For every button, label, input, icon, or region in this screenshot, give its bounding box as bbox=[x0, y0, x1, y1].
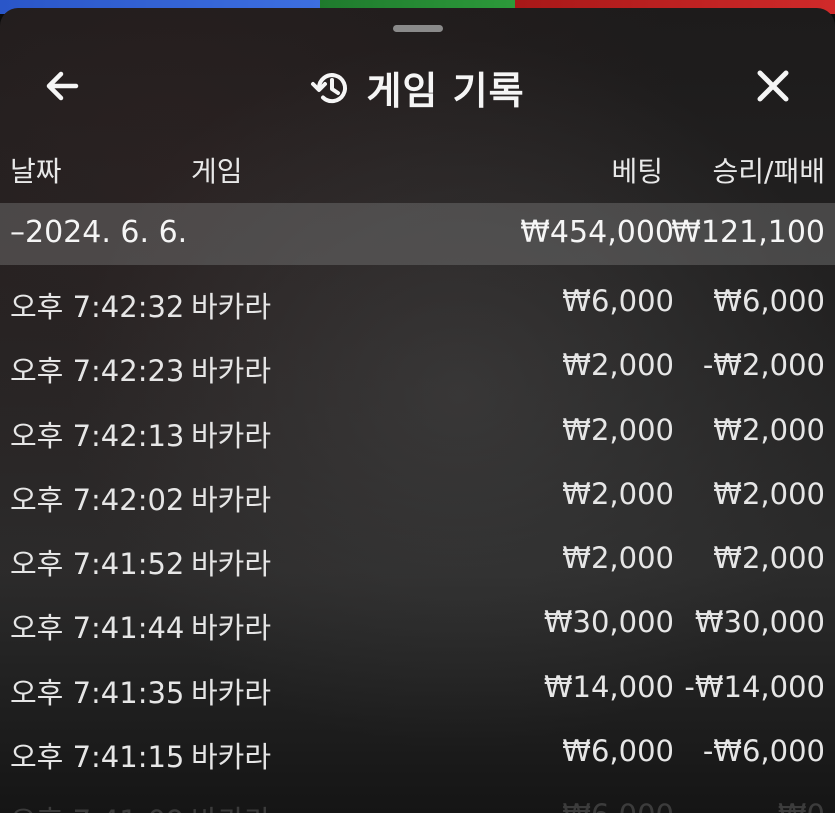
history-icon bbox=[311, 72, 348, 103]
table-row[interactable]: 오후 7:41:35 바카라 ₩14,000 -₩14,000 bbox=[0, 656, 835, 720]
row-time: 오후 7:41:15 bbox=[10, 740, 185, 775]
row-game: 바카라 bbox=[191, 611, 272, 646]
group-bet-total: ₩454,000 bbox=[520, 215, 674, 250]
row-bet: ₩2,000 bbox=[562, 348, 674, 383]
group-date: –2024. 6. 6. bbox=[10, 215, 188, 250]
history-list: 오후 7:42:32 바카라 ₩6,000 ₩6,000 오후 7:42:23 … bbox=[0, 270, 835, 813]
sheet-drag-handle[interactable] bbox=[392, 25, 443, 32]
row-time: 오후 7:42:23 bbox=[10, 354, 185, 389]
table-row[interactable]: 오후 7:42:23 바카라 ₩2,000 -₩2,000 bbox=[0, 334, 835, 398]
close-icon bbox=[757, 70, 789, 102]
row-result: ₩30,000 bbox=[694, 605, 825, 640]
column-game: 게임 bbox=[191, 155, 243, 188]
row-bet: ₩2,000 bbox=[562, 476, 674, 511]
date-group-row[interactable]: –2024. 6. 6. ₩454,000 ₩121,100 bbox=[0, 203, 835, 265]
row-result: ₩2,000 bbox=[713, 541, 825, 576]
game-history-sheet: 게임 기록 날짜 게임 베팅 승리/패배 –2024. 6. 6. ₩454,0… bbox=[0, 8, 835, 813]
column-date: 날짜 bbox=[10, 155, 62, 188]
row-bet: ₩6,000 bbox=[562, 734, 674, 769]
title-group: 게임 기록 bbox=[0, 60, 835, 115]
row-game: 바카라 bbox=[191, 418, 272, 453]
page-title: 게임 기록 bbox=[366, 69, 525, 113]
close-button[interactable] bbox=[749, 62, 797, 110]
group-result-total: ₩121,100 bbox=[671, 215, 825, 250]
row-time: 오후 7:41:09 bbox=[10, 798, 184, 813]
table-row[interactable]: 오후 7:41:52 바카라 ₩2,000 ₩2,000 bbox=[0, 527, 835, 591]
column-header-row: 날짜 게임 베팅 승리/패배 bbox=[0, 144, 835, 194]
row-result: -₩6,000 bbox=[702, 734, 825, 769]
row-time: 오후 7:42:32 bbox=[10, 290, 185, 324]
table-row[interactable]: 오후 7:41:15 바카라 ₩6,000 -₩6,000 bbox=[0, 720, 835, 784]
row-game: 바카라 bbox=[191, 290, 272, 324]
row-game: 바카라 bbox=[191, 547, 272, 582]
row-time: 오후 7:42:13 bbox=[10, 418, 185, 453]
row-time: 오후 7:41:52 bbox=[10, 547, 185, 582]
table-row[interactable]: 오후 7:42:02 바카라 ₩2,000 ₩2,000 bbox=[0, 463, 835, 527]
table-row[interactable]: 오후 7:42:13 바카라 ₩2,000 ₩2,000 bbox=[0, 399, 835, 463]
row-game: 바카라 bbox=[191, 354, 272, 389]
row-bet: ₩14,000 bbox=[543, 669, 674, 704]
table-row[interactable]: 오후 7:41:09 바카라 ₩6,000 ₩0 bbox=[0, 784, 835, 813]
row-time: 오후 7:41:44 bbox=[10, 611, 185, 646]
row-bet: ₩2,000 bbox=[562, 412, 674, 447]
row-bet: ₩6,000 bbox=[562, 284, 674, 318]
table-row[interactable]: 오후 7:41:44 바카라 ₩30,000 ₩30,000 bbox=[0, 591, 835, 655]
row-result: ₩2,000 bbox=[713, 412, 825, 447]
row-game: 바카라 bbox=[191, 740, 272, 775]
row-game: 바카라 bbox=[191, 482, 272, 517]
row-result: ₩0 bbox=[778, 798, 825, 813]
column-bet: 베팅 bbox=[611, 155, 663, 188]
row-game: 바카라 bbox=[191, 675, 272, 710]
row-time: 오후 7:41:35 bbox=[10, 675, 185, 710]
table-row[interactable]: 오후 7:42:32 바카라 ₩6,000 ₩6,000 bbox=[0, 270, 835, 334]
sheet-header: 게임 기록 bbox=[0, 48, 835, 124]
row-bet: ₩2,000 bbox=[562, 541, 674, 576]
row-result: -₩14,000 bbox=[684, 669, 825, 704]
row-bet: ₩30,000 bbox=[543, 605, 674, 640]
row-game: 바카라 bbox=[191, 798, 271, 813]
row-result: -₩2,000 bbox=[702, 348, 825, 383]
column-result: 승리/패배 bbox=[712, 155, 825, 188]
row-result: ₩2,000 bbox=[713, 476, 825, 511]
row-result: ₩6,000 bbox=[713, 284, 825, 318]
row-time: 오후 7:42:02 bbox=[10, 482, 185, 517]
row-bet: ₩6,000 bbox=[562, 798, 674, 813]
